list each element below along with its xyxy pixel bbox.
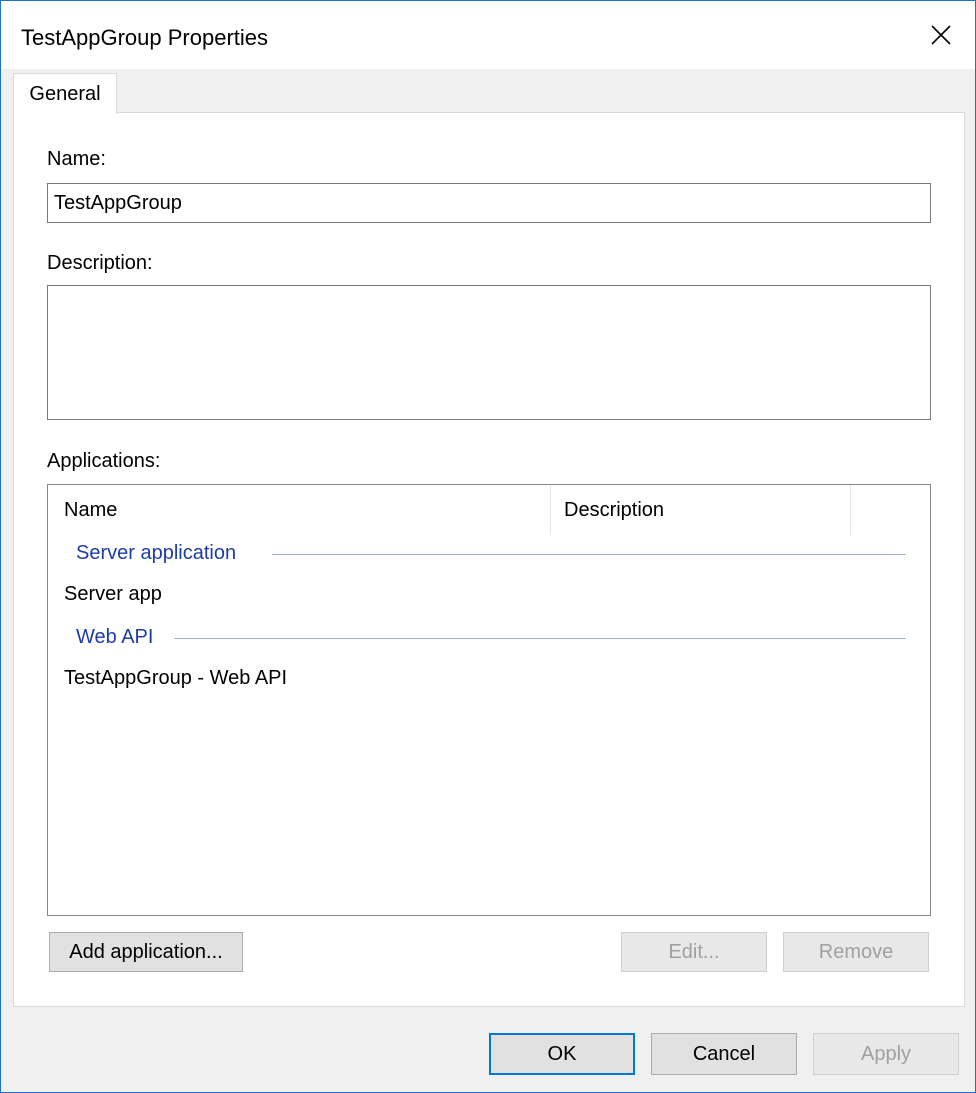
window-title: TestAppGroup Properties xyxy=(21,25,269,50)
close-button[interactable] xyxy=(907,1,975,69)
description-label: Description: xyxy=(47,252,153,274)
group-divider-line xyxy=(272,554,906,555)
add-application-button[interactable]: Add application... xyxy=(49,932,243,972)
edit-button[interactable]: Edit... xyxy=(621,932,767,972)
column-header-description[interactable]: Description xyxy=(564,499,664,522)
column-header-name[interactable]: Name xyxy=(64,499,117,522)
title-bar[interactable]: TestAppGroup Properties xyxy=(1,1,975,69)
remove-button[interactable]: Remove xyxy=(783,932,929,972)
description-input[interactable] xyxy=(47,285,931,420)
column-divider[interactable] xyxy=(850,485,851,535)
applications-label: Applications: xyxy=(47,450,161,472)
applications-list[interactable]: Name Description Server application Serv… xyxy=(47,484,931,916)
list-item[interactable]: Server app xyxy=(64,583,162,606)
apply-button[interactable]: Apply xyxy=(813,1033,959,1075)
group-divider-line xyxy=(174,638,906,639)
list-item[interactable]: TestAppGroup - Web API xyxy=(64,667,287,690)
group-header-web-api[interactable]: Web API xyxy=(76,626,153,649)
cancel-button[interactable]: Cancel xyxy=(651,1033,797,1075)
column-divider[interactable] xyxy=(550,485,551,535)
ok-button[interactable]: OK xyxy=(489,1033,635,1075)
name-input[interactable] xyxy=(47,183,931,223)
properties-dialog: TestAppGroup Properties General Name: De… xyxy=(0,0,976,1093)
tab-general[interactable]: General xyxy=(13,73,117,114)
group-header-server-application[interactable]: Server application xyxy=(76,542,236,565)
close-icon xyxy=(931,25,951,45)
name-label: Name: xyxy=(47,148,106,170)
